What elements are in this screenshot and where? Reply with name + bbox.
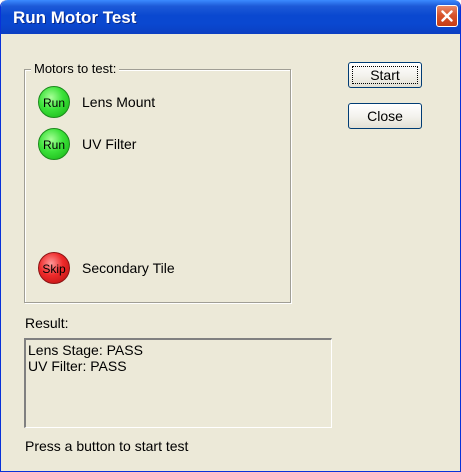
- close-x-icon: [441, 10, 453, 22]
- run-motor-test-dialog: Run Motor Test Motors to test: Run Lens …: [0, 0, 461, 472]
- motors-group-title: Motors to test:: [31, 61, 120, 76]
- result-textbox[interactable]: Lens Stage: PASS UV Filter: PASS: [24, 338, 332, 428]
- status-text: Press a button to start test: [25, 438, 189, 454]
- title-bar[interactable]: Run Motor Test: [1, 0, 460, 34]
- lens-mount-label: Lens Mount: [82, 94, 156, 110]
- uv-filter-run-button[interactable]: Run: [38, 128, 70, 160]
- uv-filter-label: UV Filter: [82, 136, 137, 152]
- secondary-tile-label: Secondary Tile: [82, 260, 175, 276]
- lens-mount-run-button[interactable]: Run: [38, 86, 70, 118]
- close-button[interactable]: Close: [348, 103, 422, 129]
- secondary-tile-skip-button[interactable]: Skip: [38, 252, 70, 284]
- window-close-button[interactable]: [436, 5, 458, 27]
- result-line-lens-stage: Lens Stage: PASS: [28, 342, 143, 358]
- close-button-label: Close: [367, 108, 403, 124]
- start-button-label: Start: [370, 67, 400, 83]
- result-line-uv-filter: UV Filter: PASS: [28, 358, 127, 374]
- result-label: Result:: [25, 315, 69, 331]
- start-button[interactable]: Start: [348, 62, 422, 88]
- window-title: Run Motor Test: [13, 8, 137, 27]
